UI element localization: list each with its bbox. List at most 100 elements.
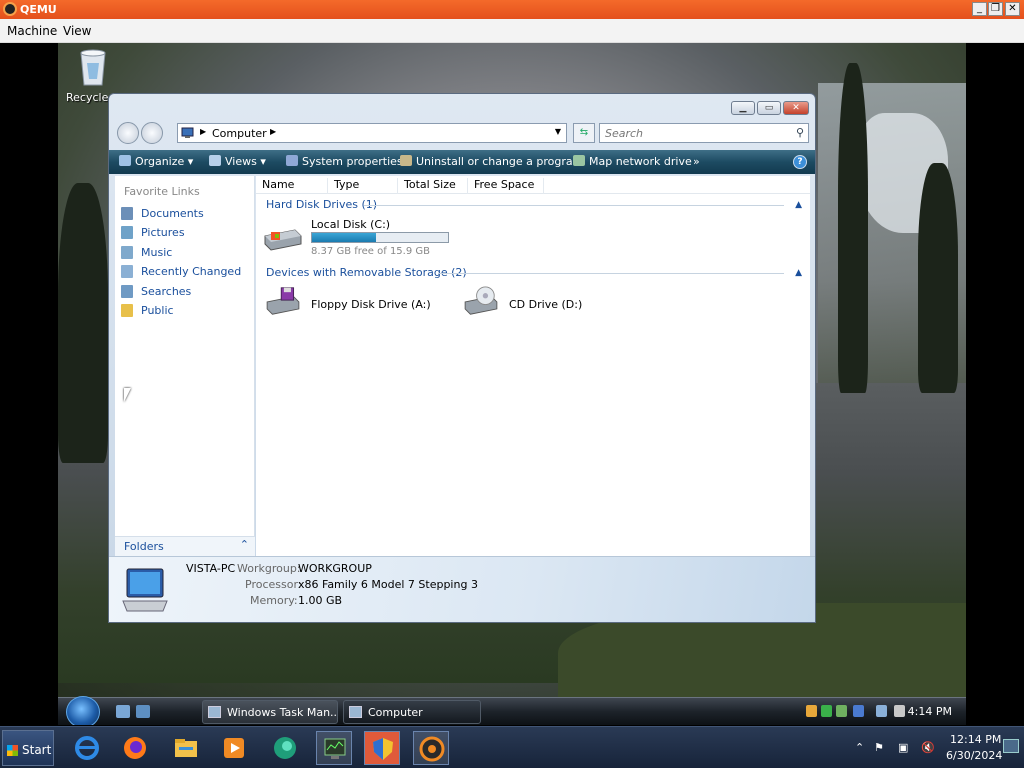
- group-hard-disk-drives[interactable]: Hard Disk Drives (1): [266, 198, 377, 211]
- host-clock-time[interactable]: 12:14 PM: [950, 733, 1001, 746]
- favorite-recently-changed[interactable]: Recently Changed: [120, 263, 250, 281]
- processor-label: Processor:: [245, 578, 302, 591]
- system-properties-button[interactable]: System properties: [286, 155, 403, 168]
- workgroup-value: WORKGROUP: [298, 562, 372, 575]
- group-removable-storage[interactable]: Devices with Removable Storage (2): [266, 266, 467, 279]
- explorer-close-button[interactable]: ✕: [783, 101, 809, 115]
- favorite-public[interactable]: Public: [120, 302, 250, 320]
- background-tree: [838, 63, 868, 393]
- edge-icon[interactable]: [267, 731, 303, 765]
- column-free-space[interactable]: Free Space: [468, 178, 544, 194]
- task-computer[interactable]: Computer: [343, 700, 481, 724]
- map-network-drive-button[interactable]: Map network drive: [573, 155, 692, 168]
- collapse-chevron-icon[interactable]: ▲: [795, 200, 802, 210]
- security-shield-icon[interactable]: [806, 705, 817, 717]
- disk-capacity-bar: [311, 232, 449, 243]
- navigation-pane: Favorite Links Documents Pictures Music …: [115, 176, 255, 556]
- computer-icon: [181, 127, 194, 138]
- favorite-pictures[interactable]: Pictures: [120, 224, 250, 242]
- start-button[interactable]: Start: [2, 730, 54, 766]
- floppy-drive-icon[interactable]: [263, 286, 303, 316]
- column-total-size[interactable]: Total Size: [398, 178, 468, 194]
- local-disk-icon[interactable]: [263, 222, 303, 252]
- breadcrumb-arrow-icon[interactable]: ▶: [200, 127, 206, 136]
- cd-drive-icon[interactable]: [461, 286, 501, 316]
- network-icon[interactable]: [876, 705, 887, 717]
- tray-app-icon[interactable]: [836, 705, 847, 717]
- qemu-logo-icon: [3, 2, 17, 16]
- chevron-up-icon: ⌃: [239, 538, 249, 551]
- documents-icon: [121, 207, 133, 220]
- organize-button[interactable]: Organize ▾: [119, 155, 193, 168]
- search-input[interactable]: Search ⚲: [599, 123, 809, 143]
- column-name[interactable]: Name: [256, 178, 328, 194]
- tray-status-icon[interactable]: [821, 705, 832, 717]
- favorite-music[interactable]: Music: [120, 244, 250, 262]
- tray-display-icon[interactable]: [853, 705, 864, 717]
- host-clock-date[interactable]: 6/30/2024: [946, 749, 1002, 762]
- forward-button[interactable]: [141, 122, 163, 144]
- memory-value: 1.00 GB: [298, 594, 343, 607]
- show-desktop-icon[interactable]: [116, 705, 130, 718]
- details-pane: VISTA-PC Workgroup: WORKGROUP Processor:…: [109, 556, 815, 622]
- restore-button[interactable]: ❐: [988, 2, 1003, 16]
- refresh-button[interactable]: ⇆: [573, 123, 595, 143]
- navigation-bar: ▶ Computer ▶ ▼ ⇆ Search ⚲: [115, 121, 809, 145]
- breadcrumb-arrow-icon[interactable]: ▶: [270, 127, 276, 136]
- uac-shield-icon[interactable]: [364, 731, 400, 765]
- uninstall-program-button[interactable]: Uninstall or change a program: [400, 155, 583, 168]
- floppy-drive-name[interactable]: Floppy Disk Drive (A:): [311, 298, 431, 311]
- explorer-title-bar[interactable]: [109, 94, 815, 124]
- memory-label: Memory:: [250, 594, 298, 607]
- task-manager-icon: [208, 706, 221, 718]
- notification-center-icon[interactable]: [1003, 739, 1019, 753]
- breadcrumb-computer[interactable]: Computer: [212, 127, 267, 140]
- window-title: QEMU: [20, 3, 57, 16]
- more-commands-button[interactable]: »: [693, 155, 700, 168]
- local-disk-name[interactable]: Local Disk (C:): [311, 218, 390, 231]
- menu-machine[interactable]: Machine: [7, 24, 57, 38]
- monitor-app-icon[interactable]: [316, 731, 352, 765]
- column-type[interactable]: Type: [328, 178, 398, 194]
- task-windows-task-manager[interactable]: Windows Task Man...: [202, 700, 338, 724]
- flag-icon[interactable]: ⚑: [874, 741, 884, 754]
- organize-icon: [119, 155, 131, 166]
- close-button[interactable]: ✕: [1005, 2, 1020, 16]
- recycle-bin-icon[interactable]: [76, 47, 110, 87]
- host-taskbar: Start ⌃ ⚑ ▣ 🔇 12:14 PM 6/30/2024: [0, 726, 1024, 768]
- folders-toggle[interactable]: Folders ⌃: [115, 536, 255, 556]
- qemu-app-icon[interactable]: [413, 731, 449, 765]
- collapse-chevron-icon[interactable]: ▲: [795, 268, 802, 278]
- media-player-icon[interactable]: [216, 731, 252, 765]
- volume-muted-icon[interactable]: [894, 705, 905, 717]
- address-bar[interactable]: ▶ Computer ▶ ▼: [177, 123, 567, 143]
- search-icon[interactable]: ⚲: [796, 126, 804, 139]
- computer-icon: [122, 568, 168, 612]
- pictures-icon: [121, 226, 133, 239]
- guest-clock[interactable]: 4:14 PM: [908, 705, 952, 718]
- firefox-icon[interactable]: [117, 731, 153, 765]
- explorer-maximize-button[interactable]: ▭: [757, 101, 781, 115]
- cd-drive-name[interactable]: CD Drive (D:): [509, 298, 582, 311]
- favorite-documents[interactable]: Documents: [120, 205, 250, 223]
- explorer-window: ▁ ▭ ✕ ▶ Computer ▶ ▼ ⇆ Search ⚲ Organize…: [108, 93, 816, 623]
- background-tree: [58, 183, 108, 463]
- minimize-button[interactable]: _: [972, 2, 987, 16]
- back-button[interactable]: [117, 122, 139, 144]
- volume-muted-icon[interactable]: 🔇: [921, 741, 935, 754]
- explorer-minimize-button[interactable]: ▁: [731, 101, 755, 115]
- internet-explorer-icon[interactable]: [69, 731, 105, 765]
- menu-view[interactable]: View: [63, 24, 91, 38]
- help-icon[interactable]: ?: [793, 155, 807, 169]
- views-icon: [209, 155, 221, 166]
- windows-logo-icon: [7, 745, 18, 756]
- public-folder-icon: [121, 304, 133, 317]
- show-hidden-icons-icon[interactable]: ⌃: [855, 741, 864, 754]
- network-icon[interactable]: ▣: [898, 741, 908, 754]
- favorite-searches[interactable]: Searches: [120, 283, 250, 301]
- address-dropdown-icon[interactable]: ▼: [555, 127, 561, 136]
- vista-start-orb[interactable]: [66, 696, 100, 725]
- switch-windows-icon[interactable]: [136, 705, 150, 718]
- file-explorer-icon[interactable]: [168, 731, 204, 765]
- views-button[interactable]: Views ▾: [209, 155, 266, 168]
